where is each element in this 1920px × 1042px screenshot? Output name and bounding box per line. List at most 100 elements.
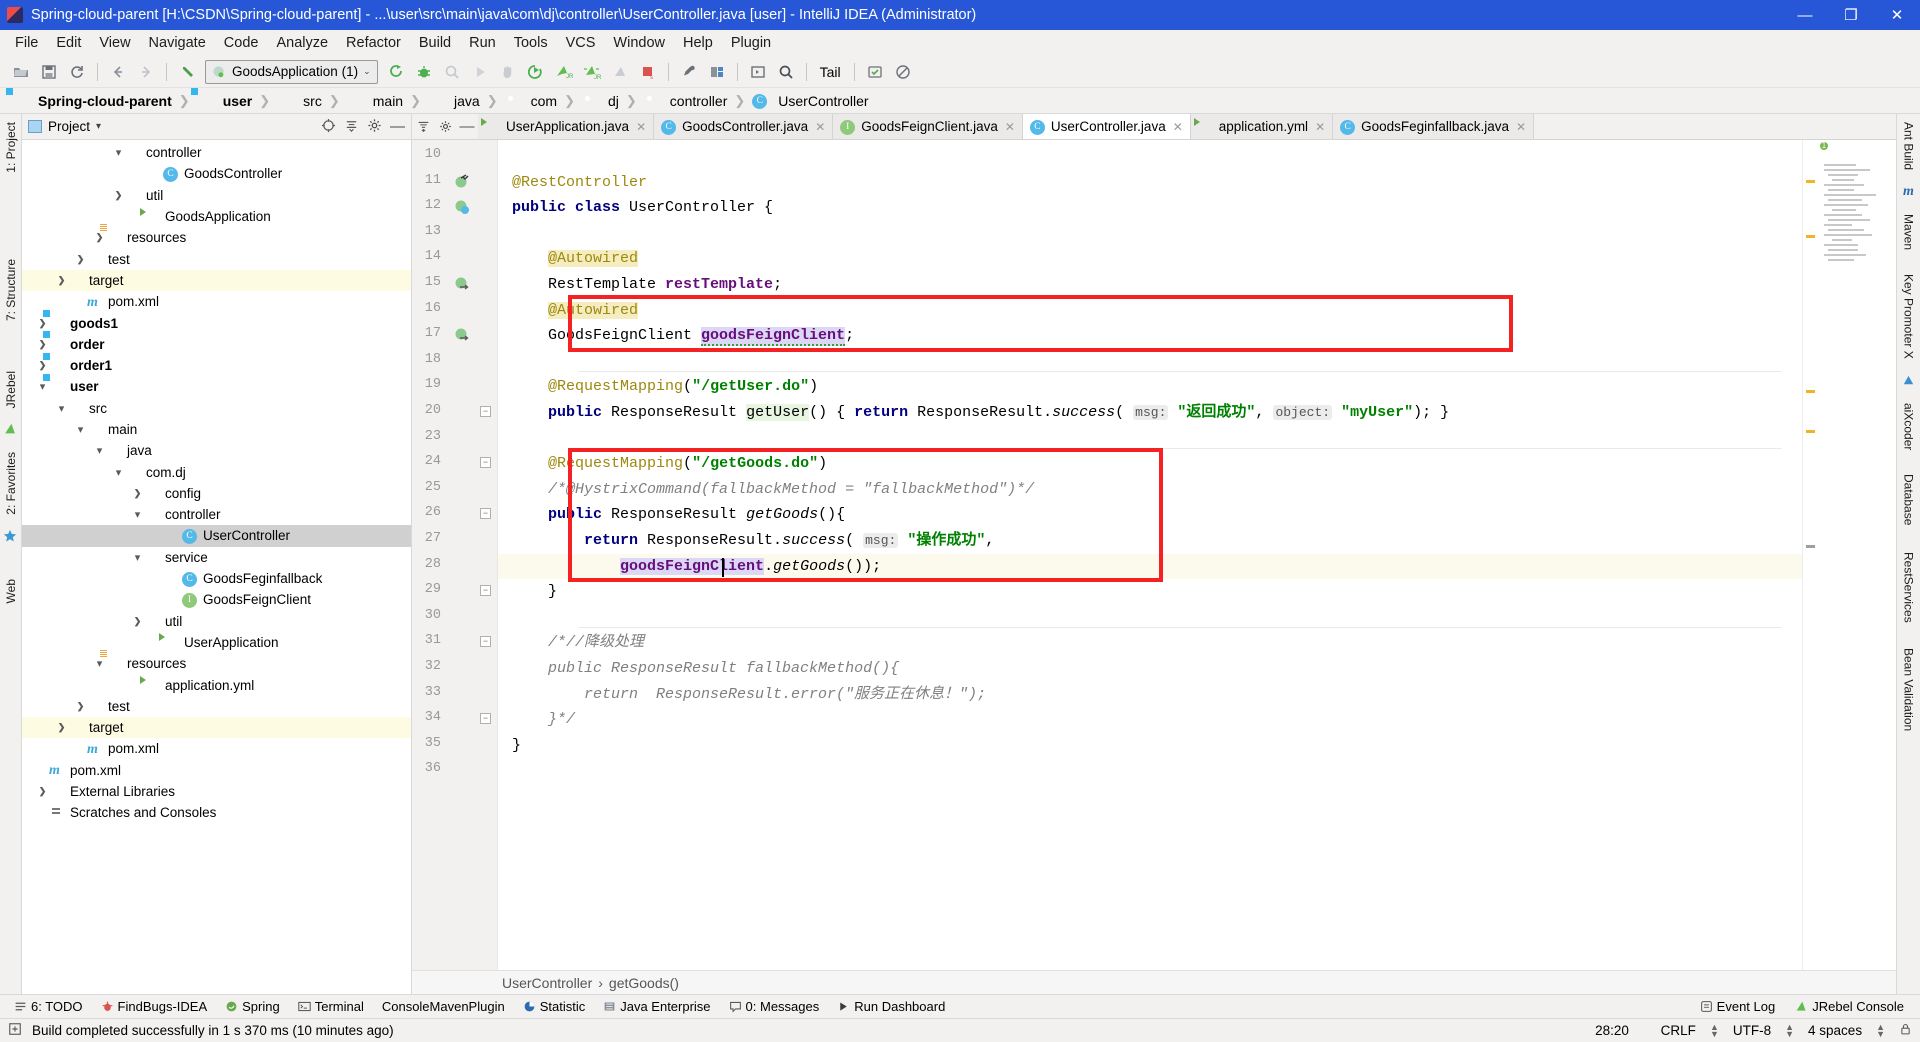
chevron-down-icon[interactable]: ▾ bbox=[96, 121, 101, 132]
chevron-down-icon[interactable] bbox=[74, 423, 87, 436]
tree-item-external-libraries[interactable]: External Libraries bbox=[22, 781, 411, 802]
locate-target-icon[interactable] bbox=[321, 118, 336, 136]
menu-window[interactable]: Window bbox=[604, 33, 674, 53]
menu-navigate[interactable]: Navigate bbox=[140, 33, 215, 53]
tree-item-pom-xml[interactable]: m pom.xml bbox=[22, 291, 411, 312]
rail-item-maven[interactable]: Maven bbox=[1902, 206, 1916, 258]
tree-item-service[interactable]: service bbox=[22, 547, 411, 568]
tree-item-controller[interactable]: controller bbox=[22, 504, 411, 525]
tree-item-test[interactable]: test bbox=[22, 696, 411, 717]
tree-item-src[interactable]: src bbox=[22, 398, 411, 419]
chevron-down-icon[interactable] bbox=[36, 380, 49, 393]
bottom-breadcrumb-method[interactable]: getGoods() bbox=[609, 975, 679, 991]
code-line-16[interactable]: @Autowired bbox=[512, 301, 639, 320]
tree-item-order1[interactable]: order1 bbox=[22, 355, 411, 376]
menu-tools[interactable]: Tools bbox=[505, 33, 557, 53]
code-fold-icon[interactable]: − bbox=[480, 508, 491, 520]
gear-icon[interactable] bbox=[434, 114, 456, 139]
bean-validated-gutter-icon[interactable] bbox=[454, 173, 470, 190]
tree-item-main[interactable]: main bbox=[22, 419, 411, 440]
rail-item-restservices[interactable]: RestServices bbox=[1902, 544, 1916, 631]
tree-item-application-yml[interactable]: application.yml bbox=[22, 674, 411, 695]
rail-item-database[interactable]: Database bbox=[1902, 466, 1916, 533]
rail-item-ant-build[interactable]: Ant Build bbox=[1902, 114, 1916, 178]
code-fold-icon[interactable]: − bbox=[480, 406, 491, 417]
code-line-31[interactable]: /*//降级处理 bbox=[512, 633, 644, 652]
tree-item-goodscontroller[interactable]: C GoodsController bbox=[22, 163, 411, 184]
breadcrumb-item-src[interactable]: src bbox=[275, 93, 324, 109]
chevron-down-icon[interactable] bbox=[55, 402, 68, 415]
rail-item-key-promoter[interactable]: Key Promoter X bbox=[1902, 266, 1916, 367]
code-line-15[interactable]: RestTemplate restTemplate; bbox=[512, 275, 782, 294]
chevron-right-icon[interactable] bbox=[36, 786, 49, 797]
tool-window-messages[interactable]: 0: Messages bbox=[721, 997, 828, 1016]
chevron-down-icon[interactable] bbox=[93, 657, 106, 670]
code-line-19[interactable]: @RequestMapping("/getUser.do") bbox=[512, 377, 818, 396]
code-line-26[interactable]: public ResponseResult getGoods(){ bbox=[512, 505, 845, 524]
menu-build[interactable]: Build bbox=[410, 33, 460, 53]
tail-button[interactable]: Tail bbox=[814, 64, 847, 80]
close-icon[interactable]: ✕ bbox=[636, 120, 646, 134]
undo-icon[interactable] bbox=[174, 59, 200, 85]
jrebel-debug-icon[interactable]: JR bbox=[579, 59, 605, 85]
chevron-down-icon[interactable] bbox=[131, 508, 144, 521]
menu-view[interactable]: View bbox=[90, 33, 139, 53]
bug-report-icon[interactable] bbox=[862, 59, 888, 85]
tree-item-usercontroller[interactable]: C UserController bbox=[22, 525, 411, 547]
encoding-label[interactable]: UTF-8 bbox=[1733, 1023, 1771, 1038]
editor-tab-goodscontroller-java[interactable]: C GoodsController.java ✕ bbox=[654, 114, 834, 139]
gear-icon[interactable] bbox=[367, 118, 382, 136]
rail-item-structure[interactable]: 7: Structure bbox=[4, 251, 18, 329]
tree-item-goodsapplication[interactable]: GoodsApplication bbox=[22, 206, 411, 227]
forward-icon[interactable] bbox=[133, 59, 159, 85]
chevron-down-icon[interactable] bbox=[112, 146, 125, 159]
editor-gutter[interactable]: 10 11 12 13 14 15 16 17 18 19 20 23 24 25 26 27 28 29 30 31… bbox=[412, 140, 498, 970]
run-configuration-selector[interactable]: GoodsApplication (1) ⌄ bbox=[205, 59, 378, 84]
editor-scrollbar[interactable] bbox=[1802, 140, 1818, 970]
rail-item-web[interactable]: Web bbox=[4, 571, 18, 611]
rail-item-favorites[interactable]: 2: Favorites bbox=[4, 444, 18, 523]
chevron-right-icon[interactable] bbox=[36, 318, 49, 329]
open-icon[interactable] bbox=[8, 59, 34, 85]
menu-plugin[interactable]: Plugin bbox=[722, 33, 780, 53]
chevron-right-icon[interactable] bbox=[36, 360, 49, 371]
code-line-17[interactable]: GoodsFeignClient goodsFeignClient; bbox=[512, 326, 854, 347]
chevron-down-icon[interactable] bbox=[93, 444, 106, 457]
close-icon[interactable]: ✕ bbox=[815, 120, 825, 134]
tool-window-findbugs[interactable]: FindBugs-IDEA bbox=[93, 997, 216, 1016]
code-line-28[interactable]: goodsFeignClient.getGoods()); bbox=[512, 557, 881, 576]
code-fold-icon[interactable]: − bbox=[480, 713, 491, 725]
tree-item-resources[interactable]: resources bbox=[22, 653, 411, 674]
tree-item-pom-xml[interactable]: m pom.xml bbox=[22, 738, 411, 759]
spring-bean-gutter-icon[interactable] bbox=[454, 199, 470, 215]
indent-label[interactable]: 4 spaces bbox=[1808, 1023, 1862, 1038]
tool-window-jrebel-console[interactable]: JRebel Console bbox=[1787, 997, 1912, 1016]
no-entry-icon[interactable] bbox=[890, 59, 916, 85]
rerun-icon[interactable] bbox=[523, 59, 549, 85]
tree-item-test[interactable]: test bbox=[22, 248, 411, 269]
tool-window-todo[interactable]: 6: TODO bbox=[6, 997, 91, 1016]
menu-edit[interactable]: Edit bbox=[47, 33, 90, 53]
menu-vcs[interactable]: VCS bbox=[557, 33, 605, 53]
maximize-button[interactable]: ❐ bbox=[1828, 0, 1874, 30]
tree-item-goodsfeignclient[interactable]: I GoodsFeignClient bbox=[22, 589, 411, 610]
bottom-breadcrumb-class[interactable]: UserController bbox=[502, 975, 592, 991]
autowired-dependency-gutter-icon[interactable] bbox=[454, 327, 470, 343]
tool-window-terminal[interactable]: Terminal bbox=[290, 997, 372, 1016]
editor-tab-goodsfeignclient-java[interactable]: I GoodsFeignClient.java ✕ bbox=[833, 114, 1023, 139]
menu-code[interactable]: Code bbox=[215, 33, 268, 53]
code-fold-icon[interactable]: − bbox=[480, 636, 491, 648]
save-icon[interactable] bbox=[36, 59, 62, 85]
breadcrumb-item-project[interactable]: Spring-cloud-parent bbox=[10, 93, 174, 109]
breadcrumb-item-controller[interactable]: controller bbox=[642, 93, 730, 109]
close-icon[interactable]: ✕ bbox=[1173, 120, 1183, 134]
tree-item-target[interactable]: target bbox=[22, 269, 411, 292]
rail-item-jrebel[interactable]: JRebel bbox=[4, 363, 18, 416]
chevron-right-icon[interactable] bbox=[131, 616, 144, 627]
menu-help[interactable]: Help bbox=[674, 33, 722, 53]
code-line-14[interactable]: @Autowired bbox=[512, 249, 639, 268]
code-line-32[interactable]: public ResponseResult fallbackMethod(){ bbox=[512, 659, 899, 678]
breadcrumb-item-java[interactable]: java bbox=[426, 93, 482, 109]
tree-item-goodsfeginfallback[interactable]: C GoodsFeginfallback bbox=[22, 568, 411, 589]
menu-analyze[interactable]: Analyze bbox=[267, 33, 337, 53]
